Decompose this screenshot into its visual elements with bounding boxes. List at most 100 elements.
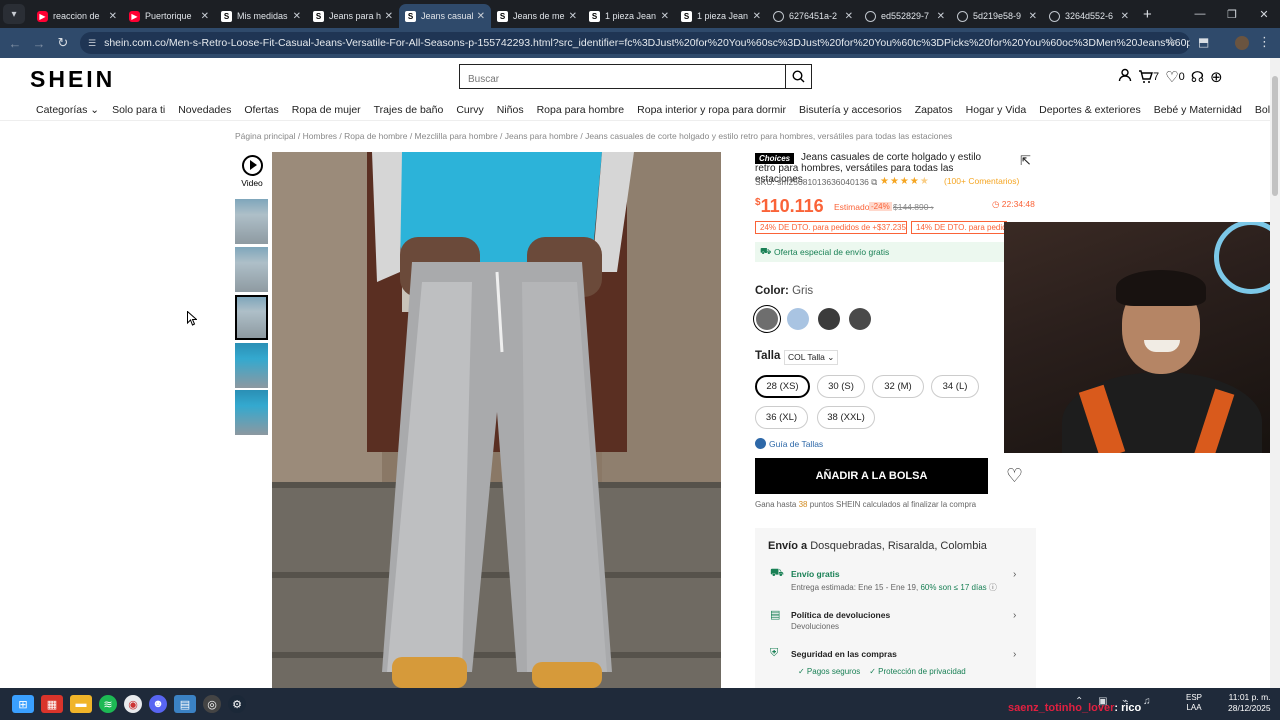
- minimize-icon[interactable]: —: [1184, 0, 1216, 28]
- cart-button[interactable]: 7: [1138, 70, 1159, 84]
- chevron-right-icon[interactable]: ›: [1013, 649, 1016, 660]
- new-tab-button[interactable]: +: [1143, 6, 1152, 23]
- coupon-2[interactable]: 14% DE DTO. para pedidos: [911, 221, 1007, 234]
- returns-policy-title[interactable]: Política de devoluciones: [791, 610, 890, 620]
- gallery-thumbnail[interactable]: [235, 199, 268, 244]
- chrome-icon[interactable]: ◉: [124, 695, 142, 713]
- wishlist-button[interactable]: ♡ 0: [1165, 68, 1185, 86]
- browser-tab[interactable]: S 1 pieza Jean ✕: [675, 4, 767, 28]
- size-option[interactable]: 30 (S): [817, 375, 865, 398]
- profile-avatar[interactable]: [1235, 36, 1249, 50]
- language-indicator[interactable]: ESP LAA: [1186, 693, 1202, 713]
- ship-to[interactable]: Envío a Dosquebradas, Risaralda, Colombi…: [768, 540, 987, 552]
- free-shipping-title[interactable]: Envío gratis: [791, 569, 840, 579]
- language-globe-icon[interactable]: ⊕: [1210, 68, 1223, 86]
- browser-tab[interactable]: S 1 pieza Jean ✕: [583, 4, 675, 28]
- category-link[interactable]: Bebé y Maternidad: [1154, 104, 1242, 116]
- size-option[interactable]: 36 (XL): [755, 406, 808, 429]
- search-input[interactable]: [459, 64, 786, 89]
- notepad-icon[interactable]: ▤: [174, 695, 196, 713]
- restore-icon[interactable]: ❐: [1216, 0, 1248, 28]
- browser-tab[interactable]: ▶ reaccion de ✕: [31, 4, 123, 28]
- category-link[interactable]: Bisutería y accesorios: [799, 104, 902, 116]
- size-guide-link[interactable]: Guía de Tallas: [755, 438, 823, 449]
- browser-tab[interactable]: S Mis medidas ✕: [215, 4, 307, 28]
- category-link[interactable]: Ofertas: [244, 104, 278, 116]
- category-link[interactable]: Categorías ⌄: [36, 104, 99, 116]
- scrollbar-thumb[interactable]: [1272, 76, 1278, 196]
- browser-tab[interactable]: 6276451a-2 ✕: [767, 4, 859, 28]
- close-window-icon[interactable]: ✕: [1248, 0, 1280, 28]
- video-button[interactable]: Video: [236, 155, 268, 188]
- browser-tab[interactable]: ▶ Puertorique ✕: [123, 4, 215, 28]
- tab-close-icon[interactable]: ✕: [293, 11, 301, 22]
- back-icon[interactable]: ←: [3, 36, 27, 51]
- color-swatch[interactable]: [787, 308, 809, 330]
- site-info-icon[interactable]: ☰: [88, 38, 96, 49]
- chevron-right-icon[interactable]: ›: [1232, 101, 1236, 115]
- tab-close-icon[interactable]: ✕: [109, 11, 117, 22]
- category-link[interactable]: Ropa para hombre: [537, 104, 625, 116]
- category-link[interactable]: Trajes de baño: [374, 104, 444, 116]
- windows-start-icon[interactable]: ⊞: [12, 695, 34, 713]
- category-link[interactable]: Hogar y Vida: [966, 104, 1027, 116]
- chevron-right-icon[interactable]: ›: [1013, 610, 1016, 621]
- gallery-thumbnail[interactable]: [235, 390, 268, 435]
- bookmark-star-icon[interactable]: ☆: [1165, 34, 1177, 50]
- steam-icon[interactable]: ⚙: [228, 695, 246, 713]
- browser-tab[interactable]: 5d219e58-9 ✕: [951, 4, 1043, 28]
- secure-shopping-title[interactable]: Seguridad en las compras: [791, 649, 897, 659]
- category-link[interactable]: Niños: [497, 104, 524, 116]
- search-button[interactable]: [786, 64, 812, 89]
- gallery-thumbnail-selected[interactable]: [235, 295, 268, 340]
- tab-close-icon[interactable]: ✕: [569, 11, 577, 22]
- forward-icon[interactable]: →: [27, 36, 51, 51]
- tab-search-button[interactable]: ▾: [3, 4, 25, 24]
- shein-logo[interactable]: SHEIN: [30, 66, 115, 93]
- category-link[interactable]: Ropa interior y ropa para dormir: [637, 104, 786, 116]
- copy-icon[interactable]: ⧉: [871, 177, 877, 187]
- menu-dots-icon[interactable]: ⋮: [1258, 34, 1271, 50]
- browser-tab-active[interactable]: S Jeans casual ✕: [399, 4, 491, 28]
- category-link[interactable]: Curvy: [456, 104, 483, 116]
- category-link[interactable]: Novedades: [178, 104, 231, 116]
- info-icon[interactable]: ⓘ: [989, 583, 997, 592]
- color-swatch-gris[interactable]: [756, 308, 778, 330]
- spotify-icon[interactable]: ≋: [99, 695, 117, 713]
- obs-icon[interactable]: ◎: [203, 695, 221, 713]
- taskbar-clock[interactable]: 11:01 p. m. 28/12/2025: [1228, 692, 1271, 714]
- size-option-selected[interactable]: 28 (XS): [755, 375, 810, 398]
- color-swatch[interactable]: [849, 308, 871, 330]
- size-option[interactable]: 34 (L): [931, 375, 979, 398]
- original-price[interactable]: $144.890 ›: [893, 202, 934, 212]
- wishlist-heart-icon[interactable]: ♡: [1006, 465, 1023, 488]
- tab-close-icon[interactable]: ✕: [661, 11, 669, 22]
- tab-close-icon[interactable]: ✕: [753, 11, 761, 22]
- tab-close-icon[interactable]: ✕: [201, 11, 209, 22]
- reviews-link[interactable]: (100+ Comentarios): [944, 176, 1019, 186]
- page-scrollbar[interactable]: [1270, 58, 1280, 688]
- discord-icon[interactable]: ☻: [149, 695, 167, 713]
- extensions-icon[interactable]: ⬒: [1198, 35, 1209, 49]
- chevron-right-icon[interactable]: ›: [1013, 569, 1016, 580]
- category-link[interactable]: Ropa de mujer: [292, 104, 361, 116]
- tab-close-icon[interactable]: ✕: [1121, 11, 1129, 22]
- app-icon[interactable]: ▦: [41, 695, 63, 713]
- coupon-1[interactable]: 24% DE DTO. para pedidos de +$37.235: [755, 221, 907, 234]
- tab-close-icon[interactable]: ✕: [477, 11, 485, 22]
- reload-icon[interactable]: ↻: [51, 35, 75, 51]
- tab-close-icon[interactable]: ✕: [937, 11, 945, 22]
- browser-tab[interactable]: 3264d552-6 ✕: [1043, 4, 1135, 28]
- share-icon[interactable]: ⇱: [1020, 153, 1031, 169]
- file-explorer-icon[interactable]: ▬: [70, 695, 92, 713]
- browser-tab[interactable]: S Jeans de me ✕: [491, 4, 583, 28]
- url-bar[interactable]: ☰ shein.com.co/Men-s-Retro-Loose-Fit-Cas…: [80, 32, 1190, 54]
- tab-close-icon[interactable]: ✕: [385, 11, 393, 22]
- gallery-thumbnail[interactable]: [235, 343, 268, 388]
- add-to-bag-button[interactable]: AÑADIR A LA BOLSA: [755, 458, 988, 494]
- size-system-select[interactable]: COL Talla ⌄: [784, 350, 839, 365]
- browser-tab[interactable]: S Jeans para h ✕: [307, 4, 399, 28]
- tab-close-icon[interactable]: ✕: [1029, 11, 1037, 22]
- category-link[interactable]: Solo para ti: [112, 104, 165, 116]
- category-link[interactable]: Zapatos: [915, 104, 953, 116]
